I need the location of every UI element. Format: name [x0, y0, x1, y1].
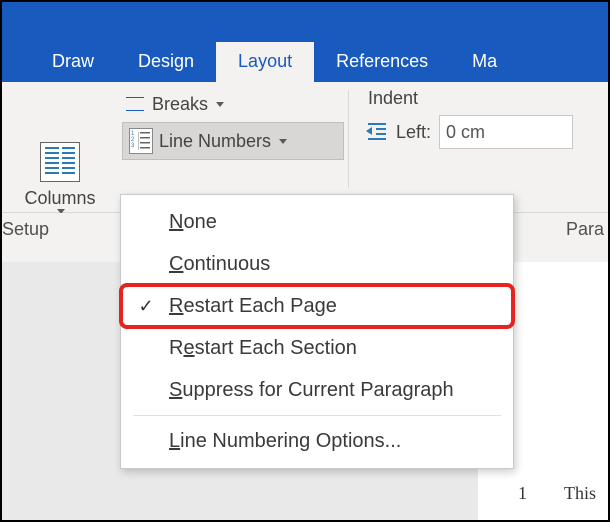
ribbon-tabs: Draw Design Layout References Ma: [2, 36, 608, 82]
columns-group: Columns: [2, 82, 118, 212]
menu-separator: [133, 415, 501, 416]
app-window: Draw Design Layout References Ma Columns…: [0, 0, 610, 522]
tab-design[interactable]: Design: [116, 42, 216, 82]
menu-item-suppress[interactable]: ✓ Suppress for Current Paragraph: [121, 369, 513, 411]
line-numbers-icon: 123: [129, 128, 153, 154]
indent-title: Indent: [364, 82, 608, 115]
group-label-paragraph: Para: [566, 219, 604, 240]
indent-left-input[interactable]: 0 cm: [439, 115, 573, 149]
breaks-label: Breaks: [152, 94, 208, 115]
menu-item-restart-each-section[interactable]: ✓ Restart Each Section: [121, 327, 513, 369]
columns-label: Columns: [24, 188, 95, 209]
check-icon: ✓: [133, 296, 159, 317]
columns-button[interactable]: Columns: [2, 82, 118, 214]
tab-mailings[interactable]: Ma: [450, 42, 519, 82]
document-text: This: [564, 483, 596, 504]
chevron-down-icon: [279, 139, 287, 144]
tab-layout[interactable]: Layout: [216, 42, 314, 82]
menu-item-none[interactable]: ✓ None: [121, 201, 513, 243]
menu-item-continuous[interactable]: ✓ Continuous: [121, 243, 513, 285]
line-numbers-label: Line Numbers: [159, 131, 271, 152]
group-label-setup: Setup: [2, 219, 49, 240]
indent-group: Indent Left: 0 cm: [348, 82, 608, 212]
chevron-down-icon: [216, 102, 224, 107]
line-numbers-menu: ✓ None ✓ Continuous ✓ Restart Each Page …: [120, 194, 514, 469]
page-setup-group: Breaks 123 Line Numbers: [118, 82, 348, 212]
menu-item-restart-each-page[interactable]: ✓ Restart Each Page: [121, 285, 513, 327]
indent-left-icon: [364, 121, 388, 143]
ribbon-tabs-bar: Draw Design Layout References Ma: [2, 2, 608, 82]
breaks-button[interactable]: Breaks: [118, 86, 348, 122]
menu-item-options[interactable]: ✓ Line Numbering Options...: [121, 420, 513, 462]
columns-icon: [40, 142, 80, 182]
indent-left-label: Left:: [396, 122, 431, 143]
line-number: 1: [518, 483, 527, 504]
breaks-icon: [124, 93, 146, 115]
tab-draw[interactable]: Draw: [30, 42, 116, 82]
tab-references[interactable]: References: [314, 42, 450, 82]
line-numbers-button[interactable]: 123 Line Numbers: [122, 122, 344, 160]
